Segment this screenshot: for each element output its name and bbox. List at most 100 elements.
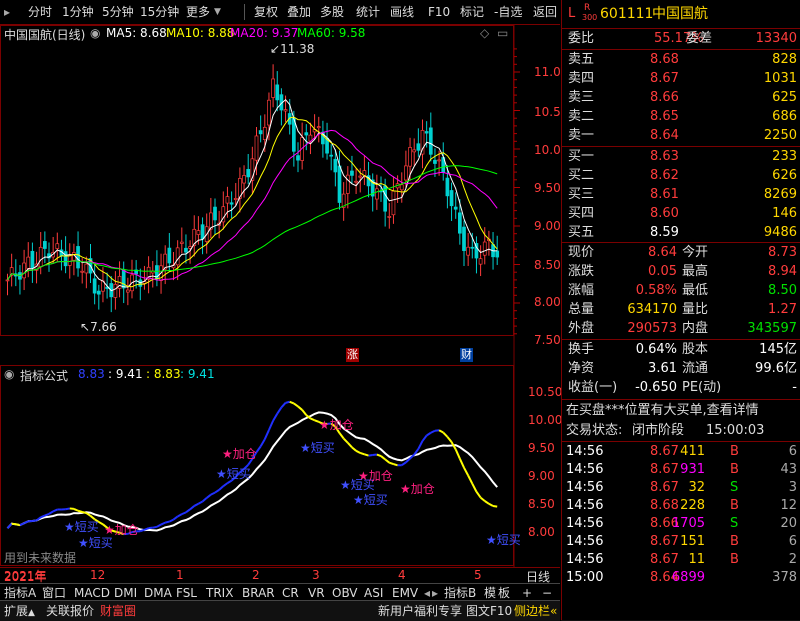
- quote-value: 290573: [627, 319, 677, 339]
- kline-chart[interactable]: [0, 25, 560, 567]
- tick-count: 3: [789, 478, 797, 498]
- more-button[interactable]: 更多: [186, 3, 210, 21]
- kline-chart-area[interactable]: 中国国航(日线) ◉ MA5: 8.68 MA10: 8.88 MA20: 9.…: [0, 25, 560, 567]
- zhang-badge[interactable]: 涨: [346, 348, 359, 362]
- fund-row[interactable]: 收益(一)-0.650PE(动)-: [562, 378, 800, 398]
- low-price-marker: ↖7.66: [80, 320, 117, 334]
- indicator-tick: 10.50: [528, 385, 562, 399]
- back-button[interactable]: 返回: [533, 3, 557, 21]
- zoom-icon[interactable]: ▭: [497, 26, 508, 40]
- quote-value: 8.73: [768, 243, 797, 263]
- tick-row[interactable]: 14:568.6711B2: [562, 550, 800, 570]
- diamond-icon[interactable]: ◇: [480, 26, 489, 40]
- promo-link[interactable]: 新用户福利专享: [378, 603, 462, 619]
- sell-row[interactable]: 卖一8.642250: [562, 126, 800, 146]
- quote-row[interactable]: 总量634170量比1.27: [562, 300, 800, 320]
- overlay-button[interactable]: 叠加: [287, 3, 311, 21]
- tick-count: 20: [780, 514, 797, 534]
- tab-1min[interactable]: 1分钟: [62, 3, 94, 21]
- indicator-tick: 9.50: [528, 441, 555, 455]
- fund-row[interactable]: 净资3.61流通99.6亿: [562, 359, 800, 379]
- buy-row[interactable]: 买三8.618269: [562, 185, 800, 205]
- big-order-notice[interactable]: 在买盘***位置有大买单,查看详情: [566, 401, 759, 421]
- tick-row[interactable]: 15:008.646899378: [562, 568, 800, 588]
- tab-5min[interactable]: 5分钟: [102, 3, 134, 21]
- tab-board[interactable]: 板: [498, 585, 510, 601]
- chevron-down-icon[interactable]: ▼: [214, 3, 221, 21]
- tab-15min[interactable]: 15分钟: [140, 3, 179, 21]
- buy-row[interactable]: 买五8.599486: [562, 223, 800, 243]
- buy-signal: ★短买: [300, 439, 335, 456]
- tick-time: 14:56: [566, 460, 603, 480]
- indicator-settings-icon[interactable]: ◉: [4, 367, 14, 381]
- expand-button[interactable]: 扩展▲: [4, 603, 35, 619]
- tab-obv[interactable]: OBV: [332, 585, 358, 601]
- quote-row[interactable]: 涨跌0.05最高8.94: [562, 262, 800, 282]
- tab-indicator-b[interactable]: 指标B: [444, 585, 476, 601]
- tab-template[interactable]: 模: [484, 585, 496, 601]
- stats-button[interactable]: 统计: [356, 3, 380, 21]
- tick-side: B: [730, 460, 739, 480]
- fund-row[interactable]: 换手0.64%股本145亿: [562, 340, 800, 360]
- sell-price: 8.66: [650, 88, 679, 108]
- quote-row[interactable]: 现价8.64今开8.73: [562, 243, 800, 263]
- toolbar-arrow-icon[interactable]: ▸: [4, 3, 10, 21]
- tick-count: 43: [780, 460, 797, 480]
- buy-row[interactable]: 买二8.62626: [562, 166, 800, 186]
- trade-state-row: 交易状态: 闭市阶段 15:00:03: [562, 421, 800, 441]
- tab-macd[interactable]: MACD: [74, 585, 110, 601]
- zoom-out-icon[interactable]: −: [542, 585, 552, 601]
- tick-time: 14:56: [566, 478, 603, 498]
- chart-settings-icon[interactable]: ◉: [90, 26, 100, 40]
- multi-stock-button[interactable]: 多股: [320, 3, 344, 21]
- draw-line-button[interactable]: 画线: [390, 3, 414, 21]
- f10-link[interactable]: 图文F10: [466, 603, 512, 619]
- tab-window[interactable]: 窗口: [42, 585, 66, 601]
- tab-brar[interactable]: BRAR: [242, 585, 275, 601]
- fuquan-button[interactable]: 复权: [254, 3, 278, 21]
- tab-scroll-left-icon[interactable]: ◂: [424, 585, 430, 601]
- tab-trix[interactable]: TRIX: [206, 585, 233, 601]
- sell-row[interactable]: 卖五8.68828: [562, 50, 800, 70]
- quote-row[interactable]: 涨幅0.58%最低8.50: [562, 281, 800, 301]
- tab-dma[interactable]: DMA: [144, 585, 172, 601]
- buy-row[interactable]: 买一8.63233: [562, 147, 800, 167]
- indicator-title[interactable]: 指标公式: [20, 367, 68, 384]
- tab-cr[interactable]: CR: [282, 585, 299, 601]
- wealth-circle-button[interactable]: 财富圈: [100, 603, 136, 619]
- tick-row[interactable]: 14:568.67411B6: [562, 442, 800, 462]
- sell-row[interactable]: 卖二8.65686: [562, 107, 800, 127]
- quote-label: 量比: [682, 300, 708, 320]
- tab-scroll-right-icon[interactable]: ▸: [432, 585, 438, 601]
- remove-favorite-button[interactable]: -自选: [494, 3, 522, 21]
- sell-row[interactable]: 卖三8.66625: [562, 88, 800, 108]
- buy-volume: 9486: [764, 223, 797, 243]
- quote-row[interactable]: 外盘290573内盘343597: [562, 319, 800, 339]
- tab-dmi[interactable]: DMI: [114, 585, 137, 601]
- sell-price: 8.67: [650, 69, 679, 89]
- tab-fsl[interactable]: FSL: [176, 585, 197, 601]
- cai-badge[interactable]: 财: [460, 348, 473, 362]
- tick-time: 15:00: [566, 568, 603, 588]
- tab-fenshi[interactable]: 分时: [28, 3, 52, 21]
- tick-row[interactable]: 14:568.68228B12: [562, 496, 800, 516]
- mark-button[interactable]: 标记: [460, 3, 484, 21]
- tab-emv[interactable]: EMV: [392, 585, 418, 601]
- sidebar-toggle[interactable]: 侧边栏«: [514, 603, 557, 619]
- f10-button[interactable]: F10: [428, 3, 450, 21]
- tick-row[interactable]: 14:568.67151B6: [562, 532, 800, 552]
- tab-asi[interactable]: ASI: [364, 585, 383, 601]
- zoom-in-icon[interactable]: +: [522, 585, 532, 601]
- tick-volume: 228: [680, 496, 705, 516]
- tab-vr[interactable]: VR: [308, 585, 325, 601]
- sell-row[interactable]: 卖四8.671031: [562, 69, 800, 89]
- quote-panel: L R 300 601111 中国国航 委比 55.17% 委差 13340 卖…: [561, 0, 800, 620]
- notice-row[interactable]: 在买盘***位置有大买单,查看详情: [562, 401, 800, 421]
- tick-row[interactable]: 14:568.661705S20: [562, 514, 800, 534]
- buy-row[interactable]: 买四8.60146: [562, 204, 800, 224]
- tick-row[interactable]: 14:568.6732S3: [562, 478, 800, 498]
- tick-row[interactable]: 14:568.67931B43: [562, 460, 800, 480]
- tick-time: 14:56: [566, 514, 603, 534]
- tab-indicator-a[interactable]: 指标A: [4, 585, 36, 601]
- related-quote-button[interactable]: 关联报价: [46, 603, 94, 619]
